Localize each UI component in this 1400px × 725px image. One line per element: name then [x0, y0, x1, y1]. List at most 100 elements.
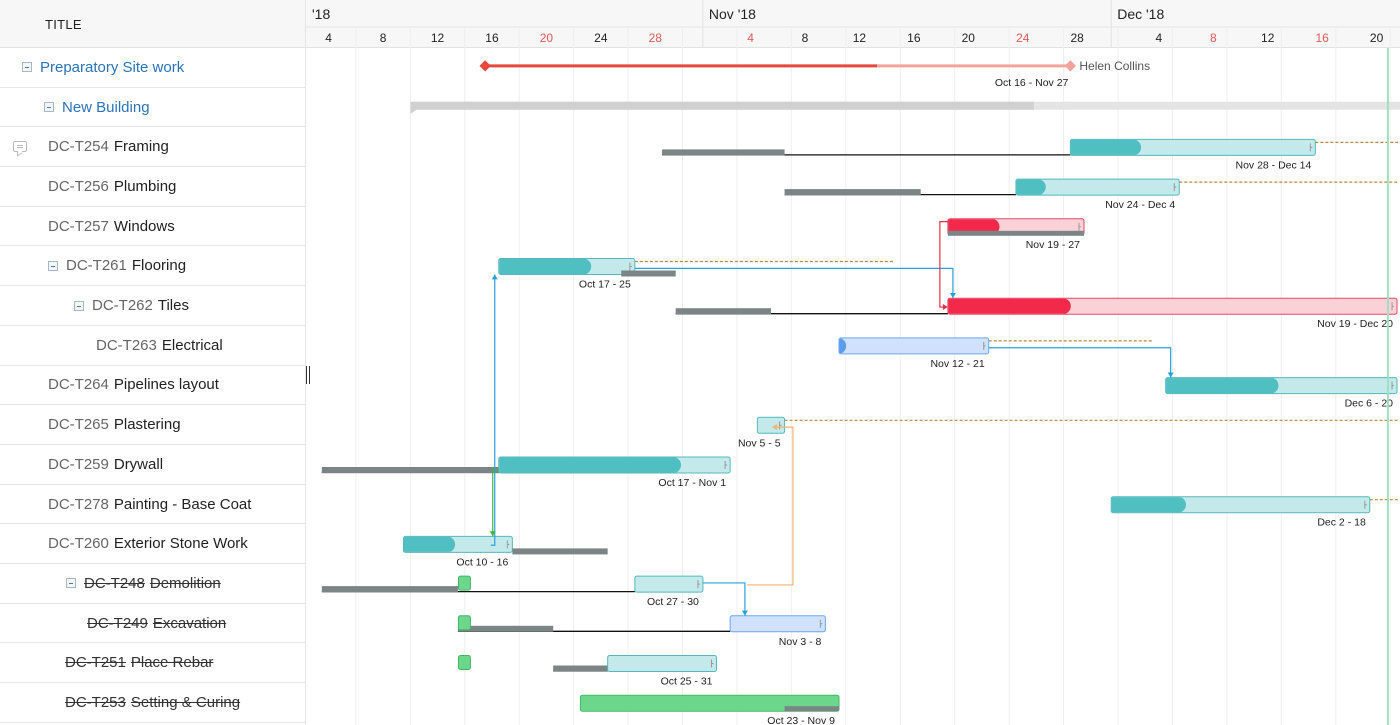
task-name[interactable]: Tiles	[158, 297, 189, 314]
assignee-label: Helen Collins	[1079, 59, 1150, 73]
grid-row[interactable]: DC-T254 Framing	[0, 127, 305, 168]
grid-row[interactable]: DC-T253 Setting & Curing	[0, 683, 305, 723]
task-bar[interactable]	[634, 575, 704, 593]
task-grid: TITLE Preparatory Site work New Building D…	[0, 0, 306, 725]
task-name[interactable]: Excavation	[153, 615, 226, 632]
task-key: DC-T257	[48, 217, 109, 235]
task-name[interactable]: Pipelines layout	[114, 376, 219, 393]
grid-row[interactable]: DC-T257 Windows	[0, 207, 305, 247]
month-label: Dec '18	[1117, 6, 1164, 22]
baseline-bar	[784, 706, 840, 712]
task-name[interactable]: Electrical	[162, 337, 223, 354]
task-name[interactable]: Flooring	[132, 257, 186, 274]
link-arrow-icon	[942, 304, 948, 311]
grid-row[interactable]: DC-T264 Pipelines layout	[0, 366, 305, 406]
dependency-link[interactable]	[702, 582, 746, 616]
day-label: 20	[540, 31, 554, 45]
task-name[interactable]: Place Rebar	[131, 654, 214, 671]
day-label: 20	[962, 31, 976, 45]
grid-row[interactable]: DC-T265 Plastering	[0, 405, 305, 445]
day-label: 16	[485, 31, 499, 45]
collapse-toggle-icon[interactable]	[22, 62, 32, 73]
task-key: DC-T262	[92, 297, 153, 315]
grid-row[interactable]: DC-T261 Flooring	[0, 247, 305, 287]
task-name[interactable]: Painting - Base Coat	[114, 496, 252, 513]
task-name[interactable]: Plumbing	[114, 178, 177, 195]
task-name[interactable]: Windows	[114, 218, 175, 235]
grid-row[interactable]: DC-T256 Plumbing	[0, 167, 305, 207]
dependency-link[interactable]	[746, 426, 794, 586]
grid-row[interactable]: DC-T260 Exterior Stone Work	[0, 524, 305, 565]
grid-row[interactable]: DC-T251 Place Rebar	[0, 644, 305, 684]
task-key: DC-T260	[48, 535, 109, 553]
baseline-bar	[675, 308, 771, 315]
task-key: DC-T249	[87, 614, 148, 632]
task-bar[interactable]	[607, 655, 718, 672]
baseline-bar	[662, 149, 785, 156]
milestone-marker[interactable]	[457, 575, 471, 591]
task-progress	[499, 259, 592, 274]
grid-row[interactable]: DC-T263 Electrical	[0, 326, 305, 366]
day-label: 24	[1016, 31, 1030, 45]
day-label: 4	[1156, 31, 1163, 45]
grid-row[interactable]: DC-T249 Excavation	[0, 604, 305, 644]
baseline-bar	[321, 586, 458, 593]
day-label: 12	[431, 31, 445, 45]
day-label: 8	[380, 31, 387, 45]
baseline-bar	[784, 189, 921, 196]
task-bar[interactable]	[838, 337, 990, 355]
collapse-toggle-icon[interactable]	[66, 578, 76, 589]
task-progress	[948, 298, 1071, 314]
collapse-toggle-icon[interactable]	[74, 300, 84, 311]
task-progress	[403, 536, 456, 552]
day-label: 28	[649, 31, 663, 45]
comment-icon[interactable]	[13, 141, 27, 153]
bar-date-label: Oct 23 - Nov 9	[767, 715, 835, 725]
task-key: DC-T259	[48, 455, 109, 473]
task-name[interactable]: Preparatory Site work	[40, 59, 184, 76]
dependency-link[interactable]	[988, 347, 1172, 378]
task-key: DC-T261	[66, 257, 127, 275]
collapse-toggle-icon[interactable]	[44, 102, 54, 113]
grid-row[interactable]: DC-T278 Painting - Base Coat	[0, 485, 305, 525]
grid-row[interactable]: DC-T248 Demolition	[0, 564, 305, 604]
bar-date-label: Oct 17 - 25	[579, 279, 631, 291]
task-name[interactable]: Demolition	[150, 575, 221, 592]
baseline-bar	[947, 230, 1084, 236]
bar-date-label: Dec 6 - 20	[1345, 398, 1394, 410]
task-name[interactable]: Setting & Curing	[131, 694, 240, 711]
task-name[interactable]: Plastering	[114, 416, 181, 433]
month-label: '18	[312, 6, 330, 22]
bar-date-label: Nov 12 - 21	[930, 358, 984, 370]
task-name[interactable]: Exterior Stone Work	[114, 535, 248, 552]
title-column-header[interactable]: TITLE	[45, 17, 82, 32]
day-label: 16	[1315, 31, 1329, 45]
task-name[interactable]: New Building	[62, 99, 150, 116]
day-label: 20	[1370, 31, 1384, 45]
project-end-diamond[interactable]	[1064, 60, 1077, 72]
summary-progress	[410, 101, 1034, 110]
day-label: 24	[594, 31, 608, 45]
task-progress	[1016, 179, 1046, 195]
grid-row[interactable]: DC-T259 Drywall	[0, 445, 305, 485]
milestone-marker[interactable]	[457, 655, 471, 670]
collapse-toggle-icon[interactable]	[48, 260, 58, 271]
task-bar[interactable]	[729, 615, 826, 633]
project-start-diamond[interactable]	[479, 60, 491, 72]
task-name[interactable]: Drywall	[114, 456, 163, 473]
grid-row[interactable]: DC-T262 Tiles	[0, 286, 305, 326]
day-label: 8	[802, 31, 809, 45]
day-label: 12	[1261, 31, 1275, 45]
grid-row[interactable]: New Building	[0, 88, 305, 128]
link-arrow-icon	[491, 274, 498, 280]
task-name[interactable]: Framing	[114, 138, 169, 155]
day-label: 16	[907, 31, 921, 45]
bar-date-label: Nov 28 - Dec 14	[1235, 159, 1311, 171]
dependency-link[interactable]	[492, 469, 499, 537]
bar-date-label: Nov 5 - 5	[738, 437, 781, 449]
task-key: DC-T264	[48, 376, 109, 394]
dependency-link[interactable]	[939, 221, 948, 308]
grid-row[interactable]: Preparatory Site work	[0, 48, 305, 88]
day-label: 4	[325, 31, 332, 45]
milestone-marker[interactable]	[457, 615, 471, 631]
